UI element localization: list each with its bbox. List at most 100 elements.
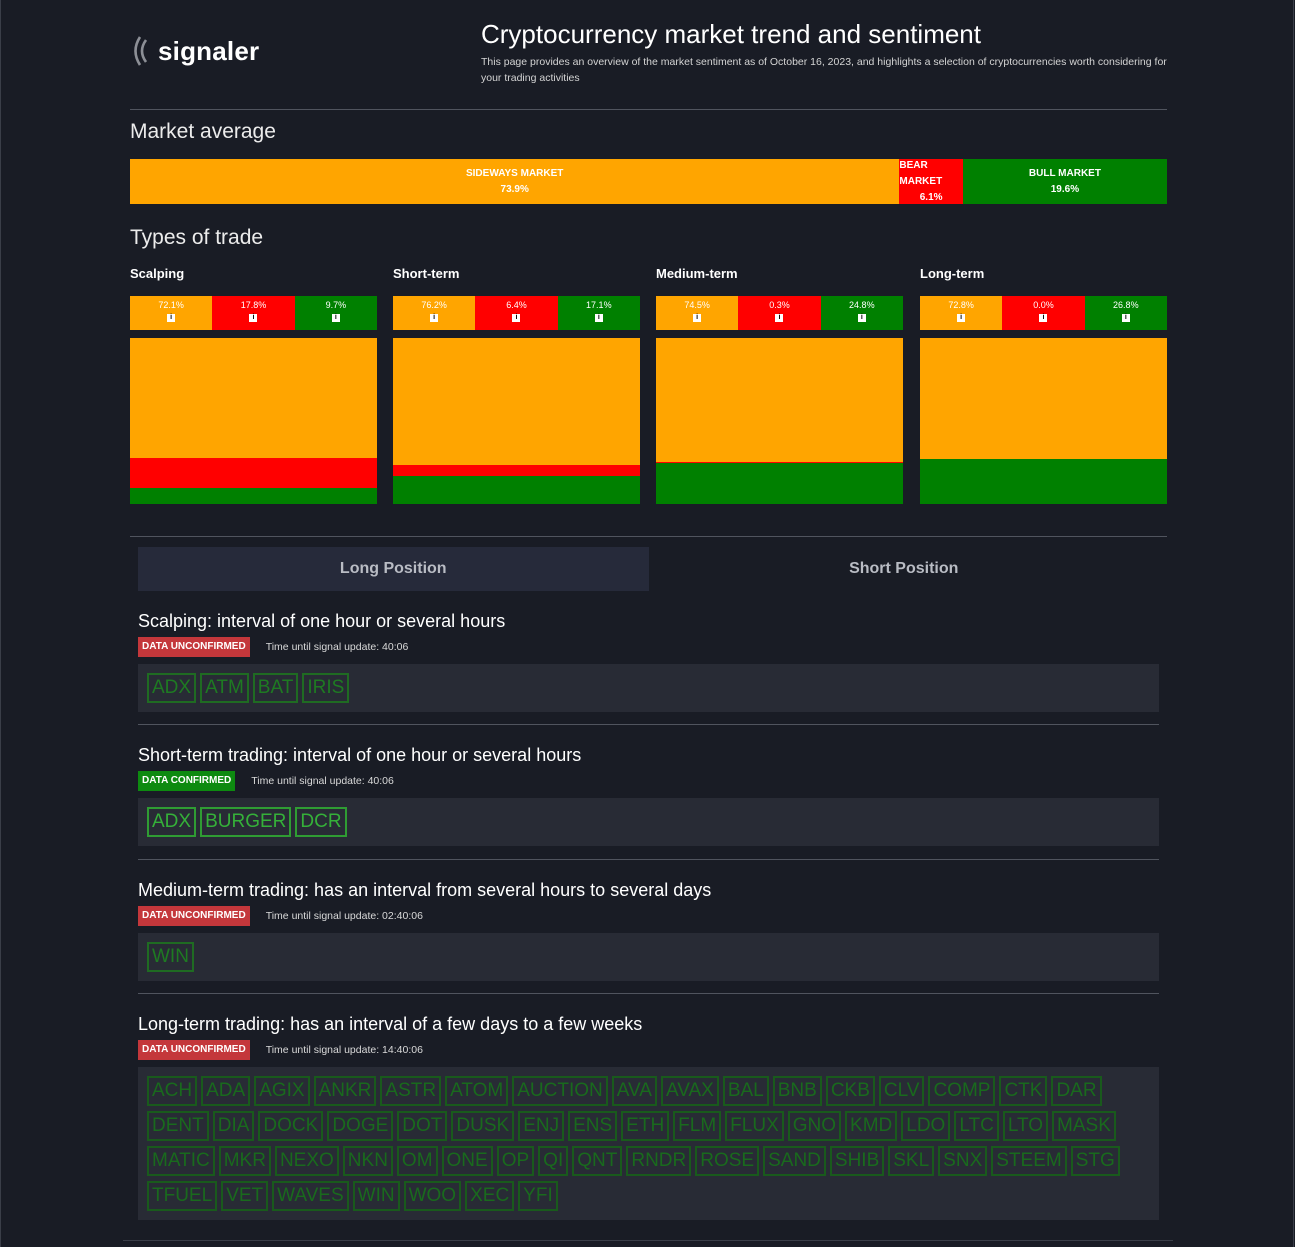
page-header: Cryptocurrency market trend and sentimen… [481, 18, 1171, 86]
coin-tag[interactable]: VET [221, 1181, 269, 1211]
info-icon[interactable]: i [1121, 314, 1130, 322]
coin-tag[interactable]: LTC [954, 1111, 999, 1141]
coin-tag[interactable]: WIN [147, 942, 194, 972]
coin-tag[interactable]: STG [1070, 1146, 1120, 1176]
coin-tag[interactable]: OM [396, 1146, 438, 1176]
signal-section-title: Short-term trading: interval of one hour… [138, 745, 582, 765]
coin-tag[interactable]: ATM [200, 673, 249, 703]
coin-tag[interactable]: DAR [1051, 1076, 1102, 1106]
coin-tag[interactable]: AVA [611, 1076, 657, 1106]
coin-tag[interactable]: AVAX [660, 1076, 719, 1106]
coin-tag[interactable]: QI [538, 1146, 569, 1176]
info-icon[interactable]: i [331, 314, 340, 322]
coin-tag[interactable]: BURGER [200, 807, 292, 837]
coin-tag[interactable]: NKN [342, 1146, 393, 1176]
stack-segment-bull [130, 487, 377, 504]
coin-tag[interactable]: ENJ [518, 1111, 565, 1141]
coin-tag[interactable]: ACH [147, 1076, 198, 1106]
coin-tag[interactable]: ONE [441, 1146, 493, 1176]
info-icon[interactable]: i [430, 314, 439, 322]
coin-tag[interactable]: DOCK [258, 1111, 324, 1141]
coin-tag[interactable]: ADX [147, 807, 197, 837]
coin-tag[interactable]: DOT [397, 1111, 448, 1141]
coin-tag[interactable]: WAVES [272, 1181, 349, 1211]
coin-tag[interactable]: OP [496, 1146, 535, 1176]
signal-meta: DATA UNCONFIRMED Time until signal updat… [138, 1040, 1159, 1060]
coin-tag[interactable]: MKR [218, 1146, 271, 1176]
coin-tag[interactable]: DUSK [451, 1111, 515, 1141]
percent-value: 0.3% [769, 300, 790, 310]
coin-tag[interactable]: WIN [352, 1181, 400, 1211]
info-icon[interactable]: i [775, 314, 784, 322]
coin-tag[interactable]: MASK [1052, 1111, 1116, 1141]
coin-tag[interactable]: GNO [787, 1111, 842, 1141]
coin-tag[interactable]: BNB [772, 1076, 822, 1106]
market-segment-sideways[interactable]: SIDEWAYS MARKET 73.9% [130, 159, 900, 204]
coin-tag[interactable]: BAT [252, 673, 299, 703]
coin-tag[interactable]: CLV [878, 1076, 925, 1106]
coin-tag[interactable]: COMP [928, 1076, 996, 1106]
coin-tag[interactable]: YFI [518, 1181, 558, 1211]
info-icon[interactable]: i [857, 314, 866, 322]
info-icon[interactable]: i [1039, 314, 1048, 322]
coin-tag[interactable]: ATOM [445, 1076, 509, 1106]
signal-section-title: Scalping: interval of one hour or severa… [138, 611, 506, 631]
trade-type-stacked-chart [656, 338, 903, 504]
coin-tag[interactable]: ENS [568, 1111, 618, 1141]
coin-tag[interactable]: KMD [845, 1111, 898, 1141]
coin-tag[interactable]: SNX [938, 1146, 988, 1176]
coin-tag[interactable]: DENT [147, 1111, 209, 1141]
coin-list: ADX BURGER DCR [138, 798, 1159, 846]
coin-tag[interactable]: NEXO [274, 1146, 339, 1176]
market-average-bar: SIDEWAYS MARKET 73.9% BEAR MARKET 6.1% B… [130, 159, 1167, 204]
percent-cell-bull: 9.7% i [294, 296, 377, 330]
coin-tag[interactable]: FLM [673, 1111, 722, 1141]
percent-value: 74.5% [684, 300, 710, 310]
coin-tag[interactable]: LTO [1002, 1111, 1049, 1141]
coin-tag[interactable]: ADA [201, 1076, 251, 1106]
coin-tag[interactable]: ASTR [380, 1076, 442, 1106]
coin-tag[interactable]: DIA [212, 1111, 255, 1141]
info-icon[interactable]: i [957, 314, 966, 322]
market-segment-label: BULL MARKET [1028, 167, 1101, 179]
coin-tag[interactable]: ROSE [695, 1146, 760, 1176]
coin-tag[interactable]: IRIS [302, 673, 350, 703]
tab-short-position[interactable]: Short Position [649, 547, 1160, 591]
coin-tag[interactable]: XEC [465, 1181, 515, 1211]
signal-meta: DATA UNCONFIRMED Time until signal updat… [138, 906, 1159, 926]
coin-tag[interactable]: LDO [901, 1111, 951, 1141]
info-icon[interactable]: i [594, 314, 603, 322]
coin-tag[interactable]: ETH [621, 1111, 670, 1141]
coin-tag[interactable]: MATIC [147, 1146, 215, 1176]
coin-tag[interactable]: AUCTION [512, 1076, 608, 1106]
coin-tag[interactable]: ADX [147, 673, 197, 703]
coin-tag[interactable]: WOO [403, 1181, 462, 1211]
coin-tag[interactable]: BAL [722, 1076, 769, 1106]
coin-tag[interactable]: CTK [999, 1076, 1048, 1106]
signal-section: Scalping: interval of one hour or severa… [138, 609, 1159, 712]
page-title: Cryptocurrency market trend and sentimen… [481, 19, 981, 49]
coin-tag[interactable]: SHIB [829, 1146, 885, 1176]
coin-tag[interactable]: SKL [888, 1146, 935, 1176]
coin-list: WIN [138, 933, 1159, 981]
coin-tag[interactable]: AGIX [254, 1076, 310, 1106]
market-segment-bull[interactable]: BULL MARKET 19.6% [962, 159, 1167, 204]
info-icon[interactable]: i [167, 314, 176, 322]
info-icon[interactable]: i [249, 314, 258, 322]
coin-tag[interactable]: ANKR [313, 1076, 377, 1106]
coin-tag[interactable]: TFUEL [147, 1181, 218, 1211]
info-icon[interactable]: i [693, 314, 702, 322]
tab-long-position[interactable]: Long Position [138, 547, 649, 591]
coin-tag[interactable]: FLUX [725, 1111, 784, 1141]
coin-tag[interactable]: QNT [572, 1146, 623, 1176]
market-segment-bear[interactable]: BEAR MARKET 6.1% [899, 159, 963, 204]
brand-logo[interactable]: signaler [130, 34, 259, 68]
right-frame-line [1293, 0, 1294, 1247]
coin-tag[interactable]: SAND [763, 1146, 826, 1176]
coin-tag[interactable]: STEEM [991, 1146, 1067, 1176]
coin-tag[interactable]: CKB [825, 1076, 875, 1106]
coin-tag[interactable]: RNDR [626, 1146, 692, 1176]
info-icon[interactable]: i [512, 314, 521, 322]
coin-tag[interactable]: DOGE [327, 1111, 394, 1141]
coin-tag[interactable]: DCR [295, 807, 347, 837]
